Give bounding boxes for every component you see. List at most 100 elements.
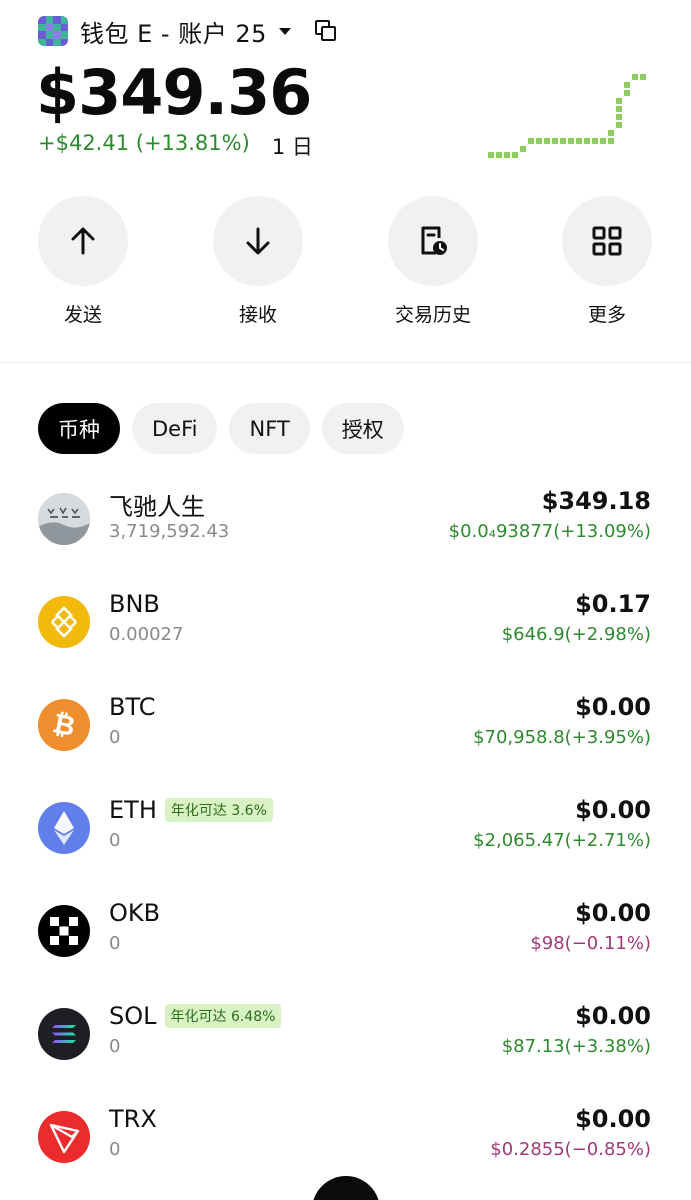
wallet-selector[interactable]: 钱包 E - 账户 25	[38, 14, 337, 48]
token-amount: 0.00027	[109, 624, 184, 645]
sparkline-dot	[608, 130, 614, 136]
token-symbol: TRX	[109, 1105, 157, 1133]
sparkline-dot	[544, 138, 550, 144]
copy-icon[interactable]	[314, 20, 337, 42]
token-row[interactable]: 飞驰人生 3,719,592.43 $349.18 $0.0₄93877(+13…	[0, 487, 691, 596]
tab-tokens[interactable]: 币种	[38, 403, 120, 454]
sparkline-dot	[536, 138, 542, 144]
sparkline-dot	[520, 146, 526, 152]
send-label: 发送	[63, 304, 102, 326]
token-amount: 3,719,592.43	[109, 521, 230, 542]
sparkline-dot	[600, 138, 606, 144]
sparkline-dot	[488, 152, 494, 158]
bnb-icon	[38, 596, 90, 648]
tab-approvals[interactable]: 授权	[321, 403, 404, 454]
more-button[interactable]	[562, 196, 652, 286]
token-symbol: BTC	[109, 693, 156, 721]
sol-icon	[38, 1008, 90, 1060]
token-price: $70,958.8(+3.95%)	[473, 727, 651, 748]
apy-badge[interactable]: 年化可达 3.6%	[164, 798, 273, 822]
sparkline-dot	[608, 138, 614, 144]
btc-icon: ₿	[38, 699, 90, 751]
token-usd-value: $0.00	[575, 693, 651, 721]
sparkline-dot	[640, 74, 646, 80]
token-amount: 0	[109, 933, 121, 954]
sparkline-dot	[616, 98, 622, 104]
chevron-down-icon[interactable]	[278, 27, 291, 35]
token-usd-value: $0.00	[575, 899, 651, 927]
balance-change: +$42.41 (+13.81%)	[38, 131, 250, 155]
token-usd-value: $0.00	[575, 796, 651, 824]
token-price: $2,065.47(+2.71%)	[473, 830, 651, 851]
token-row[interactable]: ₿ BTC 0 $0.00 $70,958.8(+3.95%)	[0, 693, 691, 802]
arrow-up-icon	[71, 227, 95, 255]
history-label: 交易历史	[394, 304, 471, 326]
arrow-down-icon	[246, 227, 270, 255]
receive-button[interactable]	[213, 196, 303, 286]
sparkline-dot	[504, 152, 510, 158]
section-divider	[0, 362, 691, 363]
token-amount: 0	[109, 1036, 121, 1057]
sparkline-dot	[616, 122, 622, 128]
token-price: $87.13(+3.38%)	[501, 1036, 651, 1057]
sparkline-dot	[512, 152, 518, 158]
sparkline-dot	[552, 138, 558, 144]
tab-nft[interactable]: NFT	[229, 403, 310, 454]
token-amount: 0	[109, 830, 121, 851]
history-icon	[421, 226, 447, 255]
grid-icon	[592, 226, 622, 256]
eth-icon	[38, 802, 90, 854]
token-symbol: OKB	[109, 899, 161, 927]
sparkline-dot	[624, 90, 630, 96]
token-price: $0.2855(−0.85%)	[490, 1139, 651, 1160]
sparkline-dot	[616, 106, 622, 112]
more-label: 更多	[587, 304, 626, 326]
token-usd-value: $0.00	[575, 1105, 651, 1133]
receive-action[interactable]: 接收	[213, 196, 303, 327]
sparkline-dot	[624, 82, 630, 88]
token-row[interactable]: ETH 年化可达 3.6% 0 $0.00 $2,065.47(+2.71%)	[0, 796, 691, 905]
token-row[interactable]: BNB 0.00027 $0.17 $646.9(+2.98%)	[0, 590, 691, 699]
send-action[interactable]: 发送	[38, 196, 128, 327]
sparkline-dot	[584, 138, 590, 144]
total-balance: $349.36	[36, 56, 312, 129]
token-usd-value: $349.18	[541, 487, 651, 515]
receive-label: 接收	[238, 304, 277, 326]
sparkline-dot	[560, 138, 566, 144]
period-selector[interactable]: 1 日	[272, 131, 313, 161]
sparkline-dot	[568, 138, 574, 144]
token-usd-value: $0.00	[575, 1002, 651, 1030]
token-row[interactable]: SOL 年化可达 6.48% 0 $0.00 $87.13(+3.38%)	[0, 1002, 691, 1111]
asset-tabs: 币种 DeFi NFT 授权	[38, 403, 404, 454]
tab-defi[interactable]: DeFi	[132, 403, 218, 454]
apy-badge[interactable]: 年化可达 6.48%	[164, 1004, 282, 1028]
balance-sparkline	[488, 74, 646, 158]
token-symbol: SOL 年化可达 6.48%	[109, 1002, 282, 1030]
token-row[interactable]: OKB 0 $0.00 $98(−0.11%)	[0, 899, 691, 1008]
sparkline-dot	[592, 138, 598, 144]
okb-icon	[38, 905, 90, 957]
history-button[interactable]	[388, 196, 478, 286]
sparkline-dot	[528, 138, 534, 144]
more-action[interactable]: 更多	[562, 196, 652, 327]
trx-icon	[38, 1111, 90, 1163]
sparkline-dot	[576, 138, 582, 144]
wallet-name[interactable]: 钱包 E - 账户 25	[80, 14, 267, 49]
token-symbol: 飞驰人生	[109, 493, 205, 521]
token-symbol: ETH 年化可达 3.6%	[109, 796, 273, 824]
balance-change-row: +$42.41 (+13.81%) 1 日	[38, 131, 313, 161]
token-price: $98(−0.11%)	[530, 933, 651, 954]
sparkline-dot	[632, 74, 638, 80]
token-symbol: BNB	[109, 590, 160, 618]
send-button[interactable]	[38, 196, 128, 286]
token-amount: 0	[109, 1139, 121, 1160]
wallet-avatar	[38, 16, 68, 46]
feichi-token-icon	[38, 493, 90, 545]
token-amount: 0	[109, 727, 121, 748]
history-action[interactable]: 交易历史	[388, 196, 478, 327]
sparkline-dot	[616, 114, 622, 120]
token-price: $646.9(+2.98%)	[501, 624, 651, 645]
token-usd-value: $0.17	[575, 590, 651, 618]
svg-text:₿: ₿	[50, 708, 78, 743]
token-price: $0.0₄93877(+13.09%)	[448, 521, 651, 542]
